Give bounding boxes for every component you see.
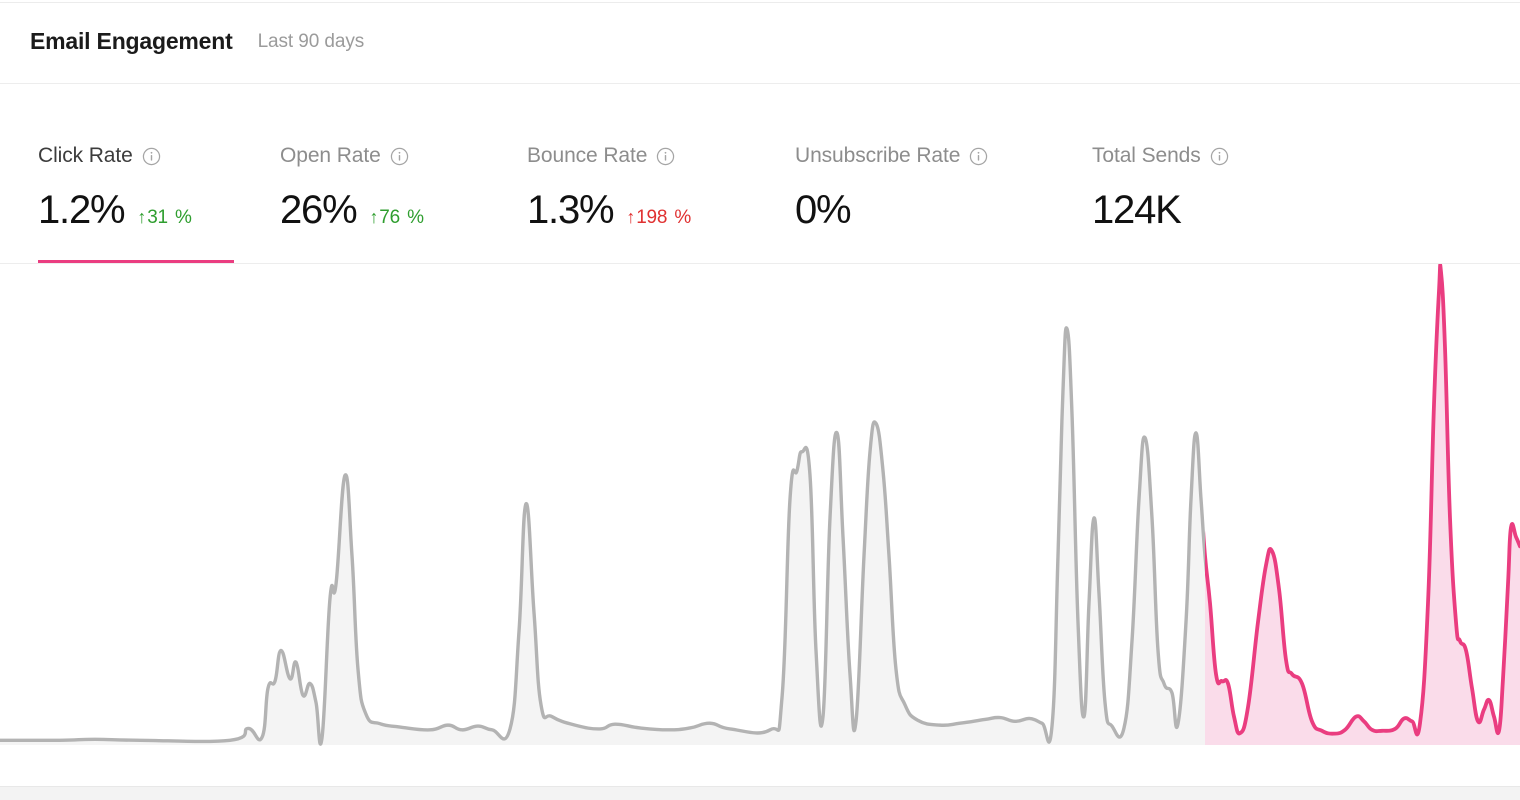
info-icon[interactable]: [656, 147, 675, 166]
delta-value: 198: [636, 207, 668, 228]
metric-header: Unsubscribe Rate: [795, 144, 1092, 168]
metric-delta: ↑ 76 %: [369, 207, 424, 229]
delta-unit: %: [175, 207, 192, 228]
delta-value: 31: [147, 207, 168, 228]
delta-arrow-up-icon: ↑: [137, 207, 147, 227]
metric-body: 124K: [1092, 190, 1352, 230]
metric-tab-click-rate[interactable]: Click Rate 1.2% ↑ 31 %: [30, 84, 280, 263]
delta-arrow-up-icon: ↑: [626, 207, 636, 227]
metric-body: 26% ↑ 76 %: [280, 190, 527, 230]
info-icon[interactable]: [1210, 147, 1229, 166]
metric-tab-open-rate[interactable]: Open Rate 26% ↑ 76 %: [280, 84, 527, 263]
page-title: Email Engagement: [30, 28, 233, 54]
delta-arrow-up-icon: ↑: [369, 207, 379, 227]
metric-value: 1.3%: [527, 188, 615, 232]
delta-unit: %: [674, 207, 692, 228]
metric-tabs: Click Rate 1.2% ↑ 31 % Open Rate 26% ↑ 7…: [0, 84, 1520, 264]
metric-value: 1.2%: [38, 188, 126, 232]
metric-body: 0%: [795, 190, 1092, 230]
info-icon[interactable]: [390, 147, 409, 166]
metric-header: Open Rate: [280, 144, 527, 168]
metric-label: Click Rate: [38, 144, 133, 167]
panel-header: Email Engagement Last 90 days: [0, 0, 1520, 84]
sparkline-svg: [0, 264, 1520, 746]
metric-label: Unsubscribe Rate: [795, 144, 961, 167]
metric-tab-total-sends[interactable]: Total Sends 124K: [1092, 84, 1352, 263]
metric-label: Open Rate: [280, 144, 381, 167]
metric-header: Total Sends: [1092, 144, 1352, 168]
delta-value: 76: [379, 207, 401, 228]
metric-selected-indicator: [38, 260, 234, 263]
email-engagement-panel: Email Engagement Last 90 days Click Rate…: [0, 0, 1520, 800]
metric-label: Bounce Rate: [527, 144, 648, 167]
metric-tab-bounce-rate[interactable]: Bounce Rate 1.3% ↑ 198 %: [527, 84, 795, 263]
sparkline-chart[interactable]: [0, 264, 1520, 787]
info-icon[interactable]: [969, 147, 988, 166]
metric-value: 0%: [795, 188, 852, 232]
info-icon[interactable]: [142, 147, 161, 166]
metric-tab-unsubscribe-rate[interactable]: Unsubscribe Rate 0%: [795, 84, 1092, 263]
metric-header: Click Rate: [38, 144, 280, 168]
delta-unit: %: [407, 207, 425, 228]
metric-body: 1.3% ↑ 198 %: [527, 190, 795, 230]
metric-header: Bounce Rate: [527, 144, 795, 168]
metric-value: 124K: [1092, 188, 1182, 232]
series-current: [1205, 264, 1520, 745]
metric-delta: ↑ 198 %: [626, 207, 691, 229]
metric-body: 1.2% ↑ 31 %: [38, 190, 280, 230]
date-range-label: Last 90 days: [257, 30, 365, 52]
metric-label: Total Sends: [1092, 144, 1201, 167]
metric-delta: ↑ 31 %: [137, 207, 192, 229]
panel-top-divider: [0, 2, 1520, 3]
panel-footer-strip: [0, 787, 1520, 800]
metric-value: 26%: [280, 188, 358, 232]
